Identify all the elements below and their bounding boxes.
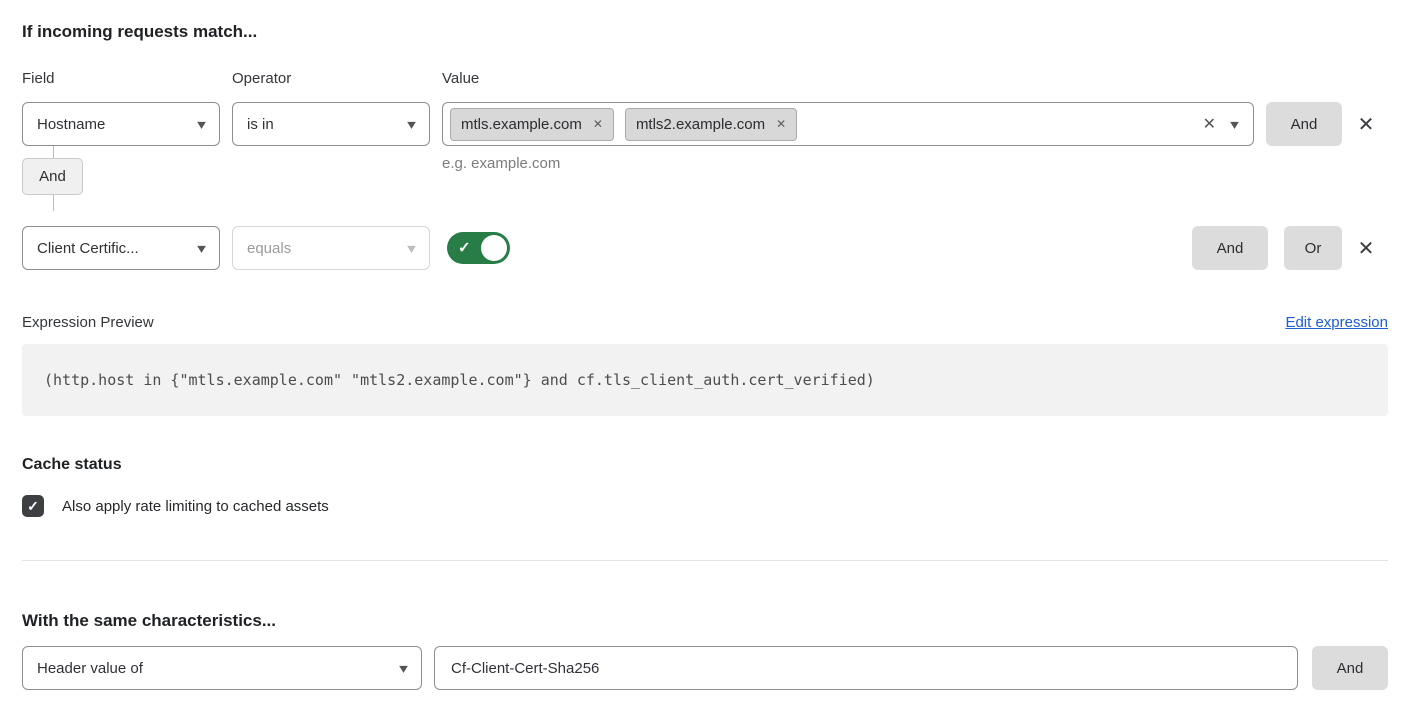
check-icon: ✓: [27, 499, 39, 513]
delete-condition-icon[interactable]: ✕: [1354, 112, 1378, 137]
or-condition-button[interactable]: Or: [1284, 226, 1342, 270]
cache-status-title: Cache status: [22, 456, 1388, 474]
chevron-down-icon: ▾: [407, 117, 416, 131]
check-icon: ✓: [458, 239, 471, 257]
operator-select-value: is in: [247, 116, 274, 133]
chevron-down-icon: ▾: [407, 241, 416, 255]
rate-limit-rule-builder: If incoming requests match... Field Oper…: [22, 0, 1388, 690]
value-tag: mtls.example.com ✕: [450, 108, 614, 141]
field-select[interactable]: Client Certific... ▾: [22, 226, 220, 270]
connector-zone: And e.g. example.com: [22, 146, 1388, 211]
operator-select[interactable]: is in ▾: [232, 102, 430, 146]
operator-select-disabled: equals ▾: [232, 226, 430, 270]
condition-row-1: Hostname ▾ is in ▾ mtls.example.com ✕ mt…: [22, 102, 1388, 146]
delete-condition-icon[interactable]: ✕: [1354, 236, 1378, 261]
header-name-input[interactable]: [434, 646, 1298, 690]
expression-preview-box: (http.host in {"mtls.example.com" "mtls2…: [22, 344, 1388, 416]
operator-select-value: equals: [247, 240, 291, 257]
condition-row-2: Client Certific... ▾ equals ▾ ✓ And Or ✕: [22, 226, 1388, 270]
expression-code: (http.host in {"mtls.example.com" "mtls2…: [44, 371, 875, 389]
value-tag-label: mtls.example.com: [461, 116, 582, 133]
cache-status-row: ✓ Also apply rate limiting to cached ass…: [22, 495, 1388, 517]
value-tag-label: mtls2.example.com: [636, 116, 765, 133]
and-condition-button[interactable]: And: [1266, 102, 1342, 146]
column-labels: Field Operator Value: [22, 70, 1388, 87]
value-multiselect[interactable]: mtls.example.com ✕ mtls2.example.com ✕ ✕…: [442, 102, 1254, 146]
characteristics-row: Header value of ▾ And: [22, 646, 1388, 690]
add-characteristic-and-button[interactable]: And: [1312, 646, 1388, 690]
field-column-label: Field: [22, 70, 232, 87]
connector-line: [53, 146, 54, 158]
field-select-value: Hostname: [37, 116, 105, 133]
remove-tag-icon[interactable]: ✕: [776, 117, 786, 131]
operator-column-label: Operator: [232, 70, 442, 87]
expression-preview-header: Expression Preview Edit expression: [22, 314, 1388, 331]
expression-preview-label: Expression Preview: [22, 314, 154, 331]
cert-verified-toggle[interactable]: ✓: [447, 232, 510, 264]
value-tag: mtls2.example.com ✕: [625, 108, 797, 141]
field-select-value: Client Certific...: [37, 240, 139, 257]
chevron-down-icon: ▾: [197, 241, 206, 255]
cached-assets-checkbox[interactable]: ✓: [22, 495, 44, 517]
characteristic-select-value: Header value of: [37, 660, 143, 677]
match-section-title: If incoming requests match...: [22, 21, 1388, 42]
clear-values-icon[interactable]: ✕: [1203, 114, 1216, 134]
and-condition-button[interactable]: And: [1192, 226, 1268, 270]
chevron-down-icon: ▾: [197, 117, 206, 131]
remove-tag-icon[interactable]: ✕: [593, 117, 603, 131]
value-column-label: Value: [442, 70, 479, 87]
connector-and-chip[interactable]: And: [22, 158, 83, 195]
characteristics-title: With the same characteristics...: [22, 610, 1388, 631]
chevron-down-icon[interactable]: ▾: [1230, 117, 1239, 131]
edit-expression-link[interactable]: Edit expression: [1285, 314, 1388, 331]
toggle-knob: [481, 235, 507, 261]
cached-assets-checkbox-label: Also apply rate limiting to cached asset…: [62, 498, 329, 515]
characteristic-select[interactable]: Header value of ▾: [22, 646, 422, 690]
section-divider: [22, 560, 1388, 561]
value-helper-text: e.g. example.com: [442, 155, 560, 172]
chevron-down-icon: ▾: [399, 661, 408, 675]
connector-line: [53, 195, 54, 211]
field-select[interactable]: Hostname ▾: [22, 102, 220, 146]
